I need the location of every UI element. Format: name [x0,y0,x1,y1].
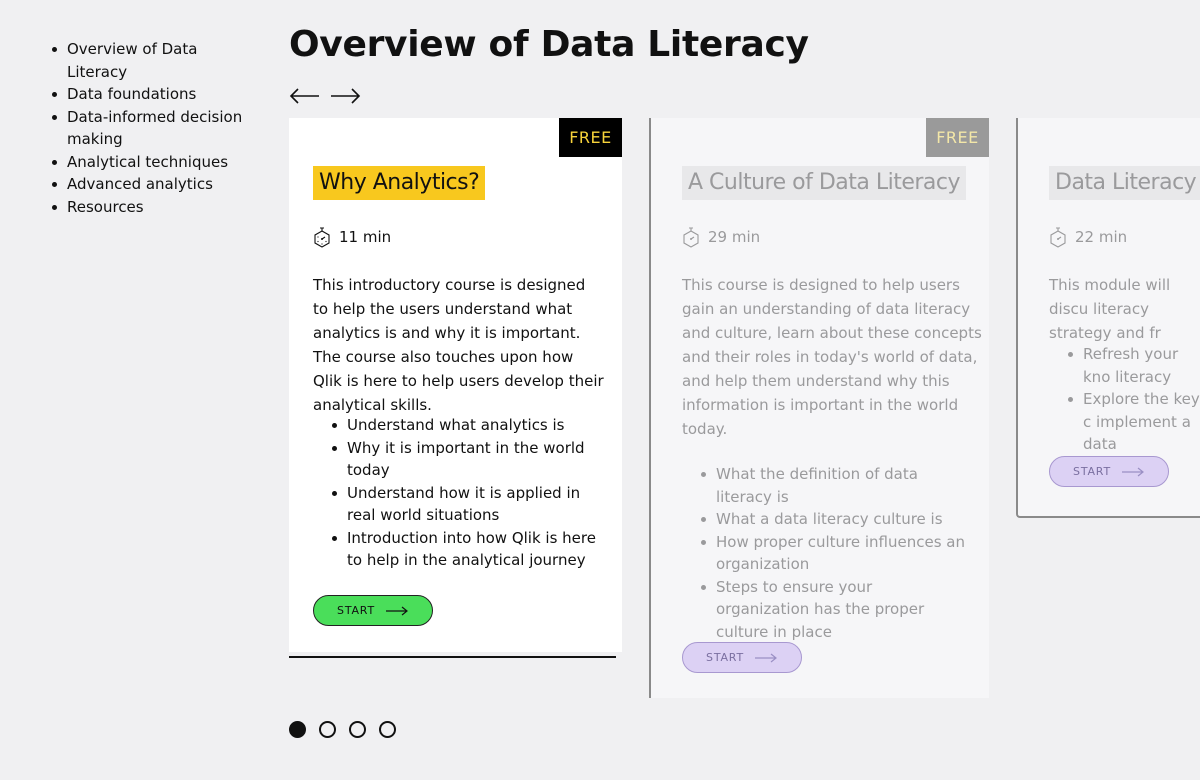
list-item: Explore the key c implement a data [1067,388,1200,456]
list-item: Introduction into how Qlik is here to he… [331,527,596,572]
arrow-right-icon [754,653,777,662]
arrow-right-icon[interactable] [329,86,361,106]
card-bullets: What the definition of data literacy is … [700,463,965,643]
card-title: Data Literacy Ac [1049,166,1200,200]
start-button-label: START [337,604,375,617]
duration-label: 11 min [339,228,392,246]
list-item: What the definition of data literacy is [700,463,965,508]
sidebar-item-advanced-analytics[interactable]: Advanced analytics [50,173,260,196]
card-bullets: Understand what analytics is Why it is i… [331,414,596,572]
course-card[interactable]: Data Literacy Ac 22 min This module will… [1016,118,1200,518]
free-badge: FREE [926,118,989,157]
sidebar-item-overview[interactable]: Overview of Data Literacy [50,38,260,83]
start-button[interactable]: START [1049,456,1169,487]
list-item: How proper culture influences an organiz… [700,531,965,576]
card-bullets: Refresh your kno literacy Explore the ke… [1067,343,1200,456]
start-button[interactable]: START [682,642,802,673]
list-item: What a data literacy culture is [700,508,965,531]
list-item: Steps to ensure your organization has th… [700,576,965,644]
card-title: A Culture of Data Literacy [682,166,967,200]
sidebar-item-analytical-techniques[interactable]: Analytical techniques [50,151,260,174]
pagination-dot-3[interactable] [349,721,366,738]
course-card[interactable]: FREE A Culture of Data Literacy 29 min T… [649,118,989,698]
sidebar-item-decision-making[interactable]: Data-informed decision making [50,106,260,151]
carousel-pagination [289,721,396,738]
list-item: Understand what analytics is [331,414,596,437]
list-item: Refresh your kno literacy [1067,343,1200,388]
sidebar-item-data-foundations[interactable]: Data foundations [50,83,260,106]
duration: 22 min [1049,226,1127,248]
free-badge: FREE [559,118,622,157]
stopwatch-icon [314,227,330,248]
card-title: Why Analytics? [313,166,486,200]
card-description: This module will discu literacy strategy… [1049,276,1171,342]
sidebar-nav: Overview of Data Literacy Data foundatio… [50,38,260,218]
course-card[interactable]: FREE Why Analytics? 11 min This introduc… [289,118,622,658]
start-button-label: START [706,651,744,664]
pagination-dot-1[interactable] [289,721,306,738]
card-description: This course is designed to help users ga… [682,276,982,438]
duration: 29 min [682,226,760,248]
carousel-arrows [289,86,361,106]
page-title: Overview of Data Literacy [289,24,809,65]
arrow-right-icon [1121,467,1144,476]
pagination-dot-2[interactable] [319,721,336,738]
start-button-label: START [1073,465,1111,478]
arrow-left-icon[interactable] [289,86,321,106]
duration: 11 min [313,226,391,248]
stopwatch-icon [1050,227,1066,248]
sidebar-item-resources[interactable]: Resources [50,196,260,219]
duration-label: 29 min [708,228,761,246]
pagination-dot-4[interactable] [379,721,396,738]
duration-label: 22 min [1075,228,1128,246]
list-item: Understand how it is applied in real wor… [331,482,596,527]
card-description: This introductory course is designed to … [313,276,604,414]
arrow-right-icon [385,606,408,615]
list-item: Why it is important in the world today [331,437,596,482]
start-button[interactable]: START [313,595,433,626]
stopwatch-icon [683,227,699,248]
